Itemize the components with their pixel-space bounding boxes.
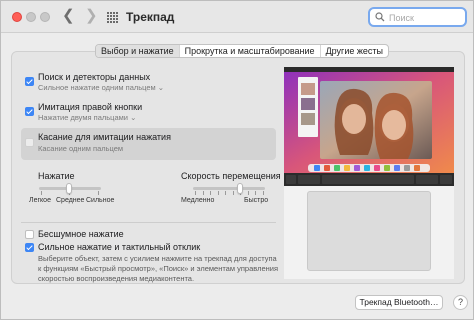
silent-click-label: Бесшумное нажатие: [38, 229, 124, 239]
speed-slider-tick: [195, 191, 196, 195]
tab-bar: Выбор и нажатие Прокрутка и масштабирова…: [95, 44, 389, 58]
chevron-down-icon: ⌄: [157, 83, 165, 92]
speed-slider-tick: [225, 191, 227, 195]
trackpad-preferences-window: ❮ ❯ Трекпад Выбор и нажатие Прокрутка и …: [0, 0, 474, 320]
title-bar: ❮ ❯ Трекпад: [1, 1, 473, 33]
click-slider-label-firm: Сильное: [86, 197, 115, 204]
tab-scroll-and-zoom[interactable]: Прокрутка и масштабирование: [180, 45, 321, 57]
tap-to-click-checkbox[interactable]: [25, 138, 34, 147]
speed-slider-knob[interactable]: [236, 183, 243, 194]
tab-more-gestures[interactable]: Другие жесты: [321, 45, 388, 57]
speed-slider-track[interactable]: [193, 187, 265, 190]
secondary-click-value: Нажатие двумя пальцами: [38, 113, 128, 122]
speed-slider-tick: [263, 191, 264, 195]
lookup-gesture-select[interactable]: Сильное нажатие одним пальцем ⌄: [38, 83, 164, 92]
lookup-gesture-value: Сильное нажатие одним пальцем: [38, 83, 156, 92]
help-button[interactable]: ?: [453, 295, 468, 310]
close-button[interactable]: [12, 12, 22, 22]
search-icon: [375, 12, 385, 22]
force-click-checkbox[interactable]: [25, 243, 34, 252]
secondary-click-checkbox[interactable]: [25, 107, 34, 116]
tab-point-and-click[interactable]: Выбор и нажатие: [96, 45, 180, 57]
search-input[interactable]: [389, 11, 463, 24]
preview-trackpad: [307, 191, 431, 271]
click-slider-title: Нажатие: [38, 171, 75, 181]
zoom-button[interactable]: [40, 12, 50, 22]
secondary-click-label: Имитация правой кнопки: [38, 102, 143, 112]
speed-slider-label-slow: Медленно: [181, 197, 215, 204]
preview-screen-image: [284, 67, 454, 173]
speed-slider-tick: [247, 191, 249, 195]
speed-slider-title: Скорость перемещения: [181, 171, 281, 181]
click-slider-label-medium: Среднее: [56, 197, 85, 204]
speed-slider-label-fast: Быстро: [244, 197, 269, 204]
preview-keyboard: [284, 173, 454, 186]
chevron-down-icon: ⌄: [130, 113, 137, 122]
search-field[interactable]: [368, 7, 467, 27]
speed-slider-tick: [202, 191, 204, 195]
speed-slider-tick: [255, 191, 257, 195]
lookup-label: Поиск и детекторы данных: [38, 72, 151, 82]
back-icon[interactable]: ❮: [62, 8, 75, 24]
setup-bluetooth-trackpad-button[interactable]: Трекпад Bluetooth…: [355, 295, 443, 310]
speed-slider-tick: [217, 191, 219, 195]
click-slider-knob[interactable]: [66, 183, 72, 194]
speed-slider-tick: [232, 191, 234, 195]
tap-to-click-label: Касание для имитации нажатия: [38, 132, 171, 142]
tap-to-click-description: Касание одним пальцем: [38, 144, 124, 153]
grid-icon[interactable]: [107, 12, 118, 23]
minimize-button[interactable]: [26, 12, 36, 22]
forward-icon[interactable]: ❯: [85, 8, 98, 24]
force-click-description: Выберите объект, затем с усилием нажмите…: [38, 254, 279, 283]
window-title: Трекпад: [126, 10, 175, 24]
silent-click-checkbox[interactable]: [25, 230, 34, 239]
lookup-checkbox[interactable]: [25, 77, 34, 86]
divider: [21, 222, 276, 223]
secondary-click-select[interactable]: Нажатие двумя пальцами ⌄: [38, 113, 136, 122]
force-click-label: Сильное нажатие и тактильный отклик: [38, 242, 201, 252]
click-slider-label-light: Легкое: [29, 197, 51, 204]
speed-slider-tick: [210, 191, 212, 195]
click-slider-tick: [41, 191, 42, 195]
click-slider-tick: [98, 191, 99, 195]
